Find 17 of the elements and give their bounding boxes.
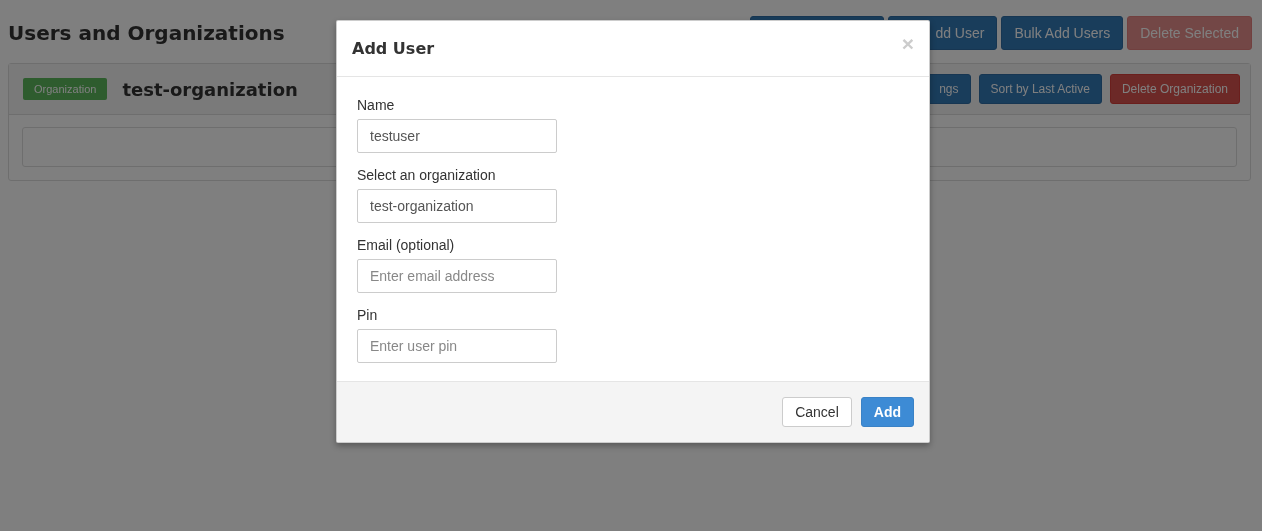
field-label: Email (optional) xyxy=(357,237,456,253)
dialog-button[interactable]: Add xyxy=(860,397,914,427)
dialog-title: Add User xyxy=(352,39,435,58)
input-field[interactable]: Enter user pin xyxy=(357,329,557,363)
input-field[interactable]: test-organization xyxy=(357,189,557,223)
organization-button[interactable]: Sort by Last Active xyxy=(978,74,1102,104)
field-label: Name xyxy=(357,97,396,113)
input-field[interactable]: testuser xyxy=(357,119,557,153)
organization-badge: Organization xyxy=(23,78,108,100)
organization-name: test-organization xyxy=(122,78,299,100)
field-label: Pin xyxy=(357,307,379,323)
page-title: Users and Organizations xyxy=(8,21,285,45)
dialog-button[interactable]: Cancel xyxy=(782,397,852,427)
input-field[interactable]: Enter email address xyxy=(357,259,557,293)
toolbar-button[interactable]: Bulk Add Users xyxy=(1001,16,1124,50)
field-label: Select an organization xyxy=(357,167,497,183)
organization-button[interactable]: Delete Organization xyxy=(1109,74,1240,104)
